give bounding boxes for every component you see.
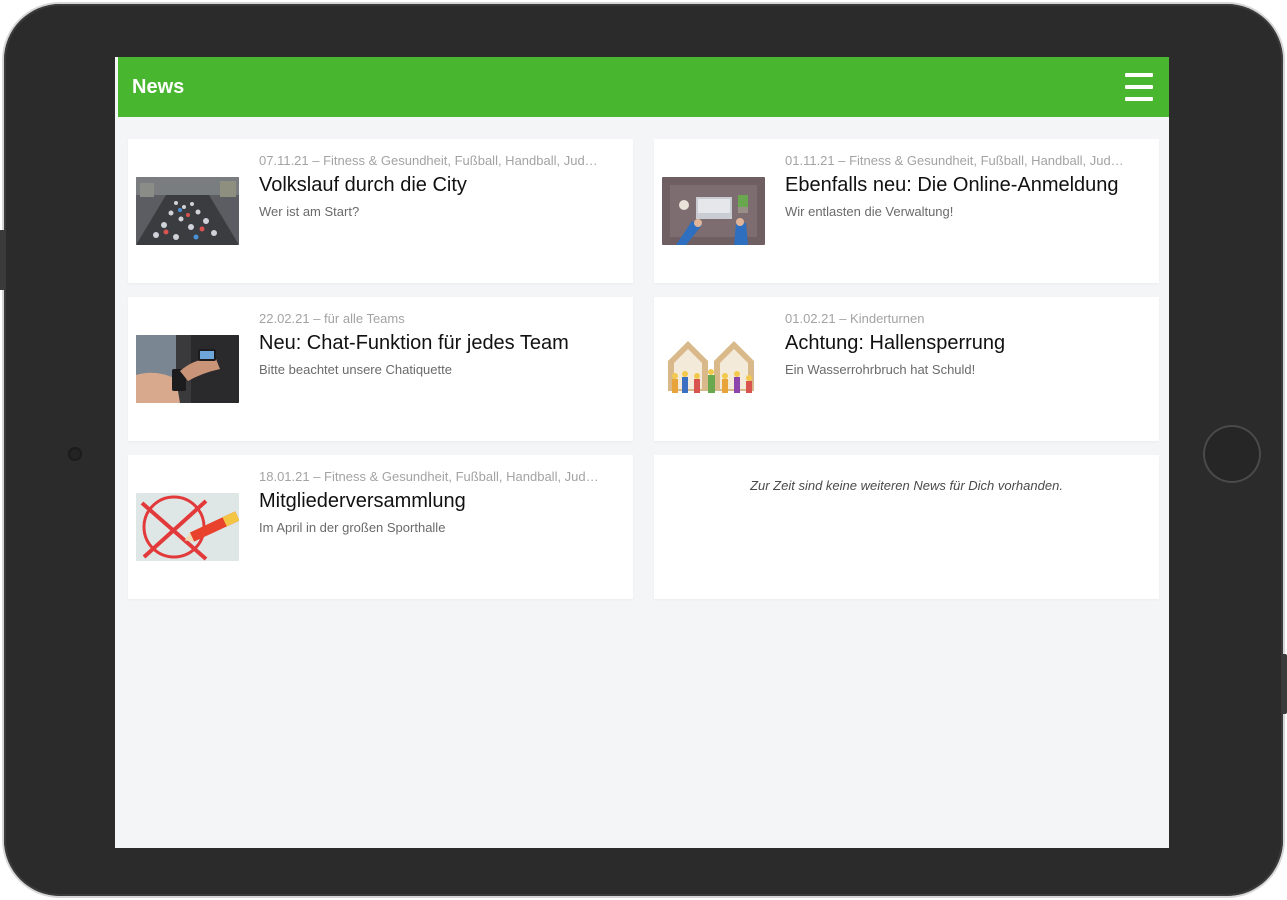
news-subtitle: Im April in der großen Sporthalle — [259, 520, 446, 535]
news-meta: 01.11.21 – Fitness & Gesundheit, Fußball… — [785, 153, 1124, 168]
news-title: Mitgliederversammlung — [259, 490, 466, 512]
news-meta: 01.02.21 – Kinderturnen — [785, 311, 925, 326]
front-camera — [68, 447, 82, 461]
news-title: Achtung: Hallensperrung — [785, 332, 1006, 354]
news-card[interactable]: 22.02.21 – für alle Teams Neu: Chat-Funk… — [128, 297, 633, 441]
news-title: Ebenfalls neu: Die Online-Anmeldung — [785, 174, 1119, 196]
news-subtitle: Ein Wasserrohrbruch hat Schuld! — [785, 362, 976, 377]
news-card[interactable]: 07.11.21 – Fitness & Gesundheit, Fußball… — [128, 139, 633, 283]
home-button[interactable] — [1203, 425, 1261, 483]
news-card[interactable]: 18.01.21 – Fitness & Gesundheit, Fußball… — [128, 455, 633, 599]
app-screen: News 07.11.21 – Fitness & Gesundheit, Fu… — [115, 57, 1169, 848]
news-title: Volkslauf durch die City — [259, 174, 467, 196]
app-header: News — [118, 57, 1169, 117]
news-subtitle: Bitte beachtet unsere Chatiquette — [259, 362, 452, 377]
news-thumbnail-ballot — [136, 493, 239, 561]
no-more-news-message: Zur Zeit sind keine weiteren News für Di… — [750, 478, 1063, 493]
news-meta: 22.02.21 – für alle Teams — [259, 311, 405, 326]
news-thumbnail-city-run — [136, 177, 239, 245]
news-thumbnail-phones — [136, 335, 239, 403]
news-subtitle: Wir entlasten die Verwaltung! — [785, 204, 954, 219]
news-meta: 18.01.21 – Fitness & Gesundheit, Fußball… — [259, 469, 599, 484]
news-subtitle: Wer ist am Start? — [259, 204, 360, 219]
news-title: Neu: Chat-Funktion für jedes Team — [259, 332, 569, 354]
side-button — [1281, 654, 1287, 714]
no-more-news-card: Zur Zeit sind keine weiteren News für Di… — [654, 455, 1159, 599]
hamburger-menu-icon[interactable] — [1122, 70, 1156, 104]
news-thumbnail-toy-houses — [662, 335, 765, 403]
page-title: News — [132, 75, 185, 98]
news-card[interactable]: 01.11.21 – Fitness & Gesundheit, Fußball… — [654, 139, 1159, 283]
news-card[interactable]: 01.02.21 – Kinderturnen Achtung: Hallens… — [654, 297, 1159, 441]
volume-button — [0, 230, 5, 290]
news-thumbnail-laptop — [662, 177, 765, 245]
news-meta: 07.11.21 – Fitness & Gesundheit, Fußball… — [259, 153, 598, 168]
